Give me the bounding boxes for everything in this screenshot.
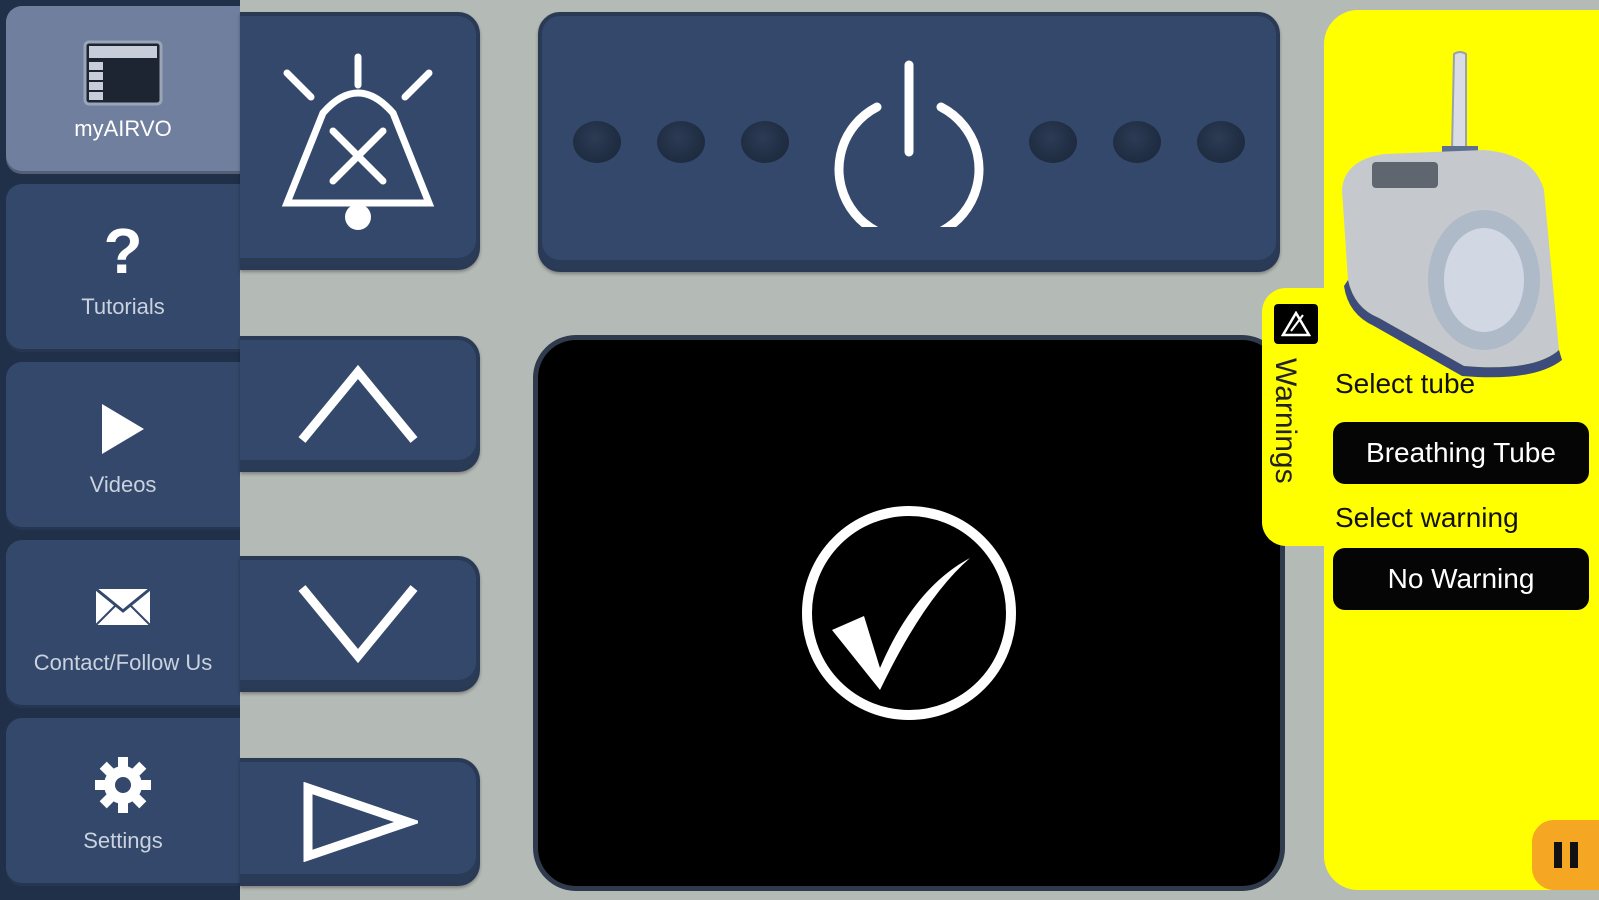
next-button[interactable] <box>240 758 480 886</box>
sidebar-item-videos[interactable]: Videos <box>6 362 240 530</box>
indicator-dots-right <box>1029 121 1245 163</box>
sidebar-item-myairvo[interactable]: myAIRVO <box>6 6 240 174</box>
indicator-dots-left <box>573 121 789 163</box>
down-chevron-icon <box>298 585 418 664</box>
sidebar-item-label: Settings <box>83 828 163 853</box>
checkmark-circle-icon <box>802 506 1016 720</box>
gear-icon <box>93 750 153 820</box>
right-triangle-icon <box>303 782 418 862</box>
warnings-tab[interactable]: Warnings <box>1262 288 1332 546</box>
warnings-tab-label: Warnings <box>1269 358 1302 484</box>
select-warning-label: Select warning <box>1335 502 1519 533</box>
alarm-mute-button[interactable] <box>240 12 480 270</box>
question-icon: ? <box>103 215 143 287</box>
device-display <box>538 340 1280 886</box>
sidebar-item-label: myAIRVO <box>74 116 172 141</box>
select-tube-label: Select tube <box>1335 368 1476 399</box>
pause-button[interactable] <box>1532 820 1599 890</box>
sidebar-item-contact[interactable]: Contact/Follow Us <box>6 540 240 708</box>
dashboard-icon <box>83 38 163 108</box>
power-button[interactable] <box>538 12 1280 272</box>
tube-select[interactable]: Breathing Tube <box>1333 422 1589 484</box>
sidebar-item-label: Contact/Follow Us <box>33 650 213 675</box>
warning-triangle-icon <box>1274 304 1318 344</box>
sidebar-item-settings[interactable]: Settings <box>6 718 240 886</box>
play-icon <box>98 394 148 464</box>
sidebar-item-label: Tutorials <box>81 294 165 319</box>
sidebar-item-label: Videos <box>89 472 157 497</box>
envelope-icon <box>94 572 152 642</box>
warning-select[interactable]: No Warning <box>1333 548 1589 610</box>
up-button[interactable] <box>240 336 480 472</box>
power-icon <box>834 60 984 227</box>
up-chevron-icon <box>298 364 418 443</box>
airvo-device-image <box>1342 51 1562 378</box>
sidebar-item-tutorials[interactable]: ? Tutorials <box>6 184 240 352</box>
sidebar: myAIRVO ? Tutorials Videos Contact/Follo… <box>0 0 240 900</box>
pause-icon <box>1553 842 1578 868</box>
down-button[interactable] <box>240 556 480 692</box>
alarm-mute-icon <box>281 53 435 230</box>
